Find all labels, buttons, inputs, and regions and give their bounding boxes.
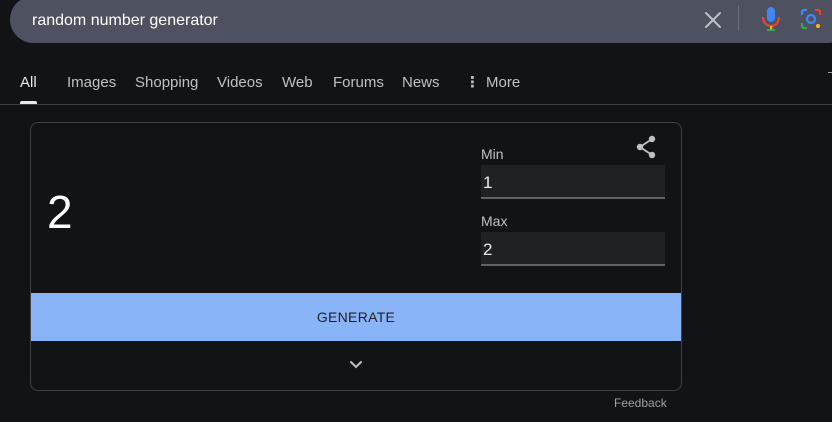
chevron-down-icon[interactable] [348,357,364,373]
min-input[interactable] [481,165,665,199]
tab-news[interactable]: News [402,62,440,104]
max-label: Max [481,213,508,229]
close-icon[interactable] [702,9,724,31]
generate-button[interactable]: GENERATE [31,293,681,341]
tab-more-label: More [486,74,521,91]
tab-all[interactable]: All [20,62,37,104]
random-number-card: 2 Min Max GENERATE [30,122,682,391]
min-label: Min [481,146,504,162]
tab-images[interactable]: Images [67,62,116,104]
search-divider [738,5,739,31]
max-input[interactable] [481,232,665,266]
tab-videos[interactable]: Videos [217,62,263,104]
search-input[interactable] [30,6,634,36]
tab-web[interactable]: Web [282,62,313,104]
tab-forums[interactable]: Forums [333,62,384,104]
mic-icon[interactable] [760,6,782,32]
tools-edge [828,72,832,73]
generated-number: 2 [47,186,73,238]
more-vert-icon: ⋮ [465,74,480,91]
lens-icon[interactable] [799,7,823,31]
feedback-link[interactable]: Feedback [614,396,667,410]
share-icon[interactable] [635,135,657,159]
tabs-divider [0,104,832,105]
search-bar [10,0,832,43]
tab-shopping[interactable]: Shopping [135,62,198,104]
tab-more[interactable]: ⋮ More [465,62,520,104]
